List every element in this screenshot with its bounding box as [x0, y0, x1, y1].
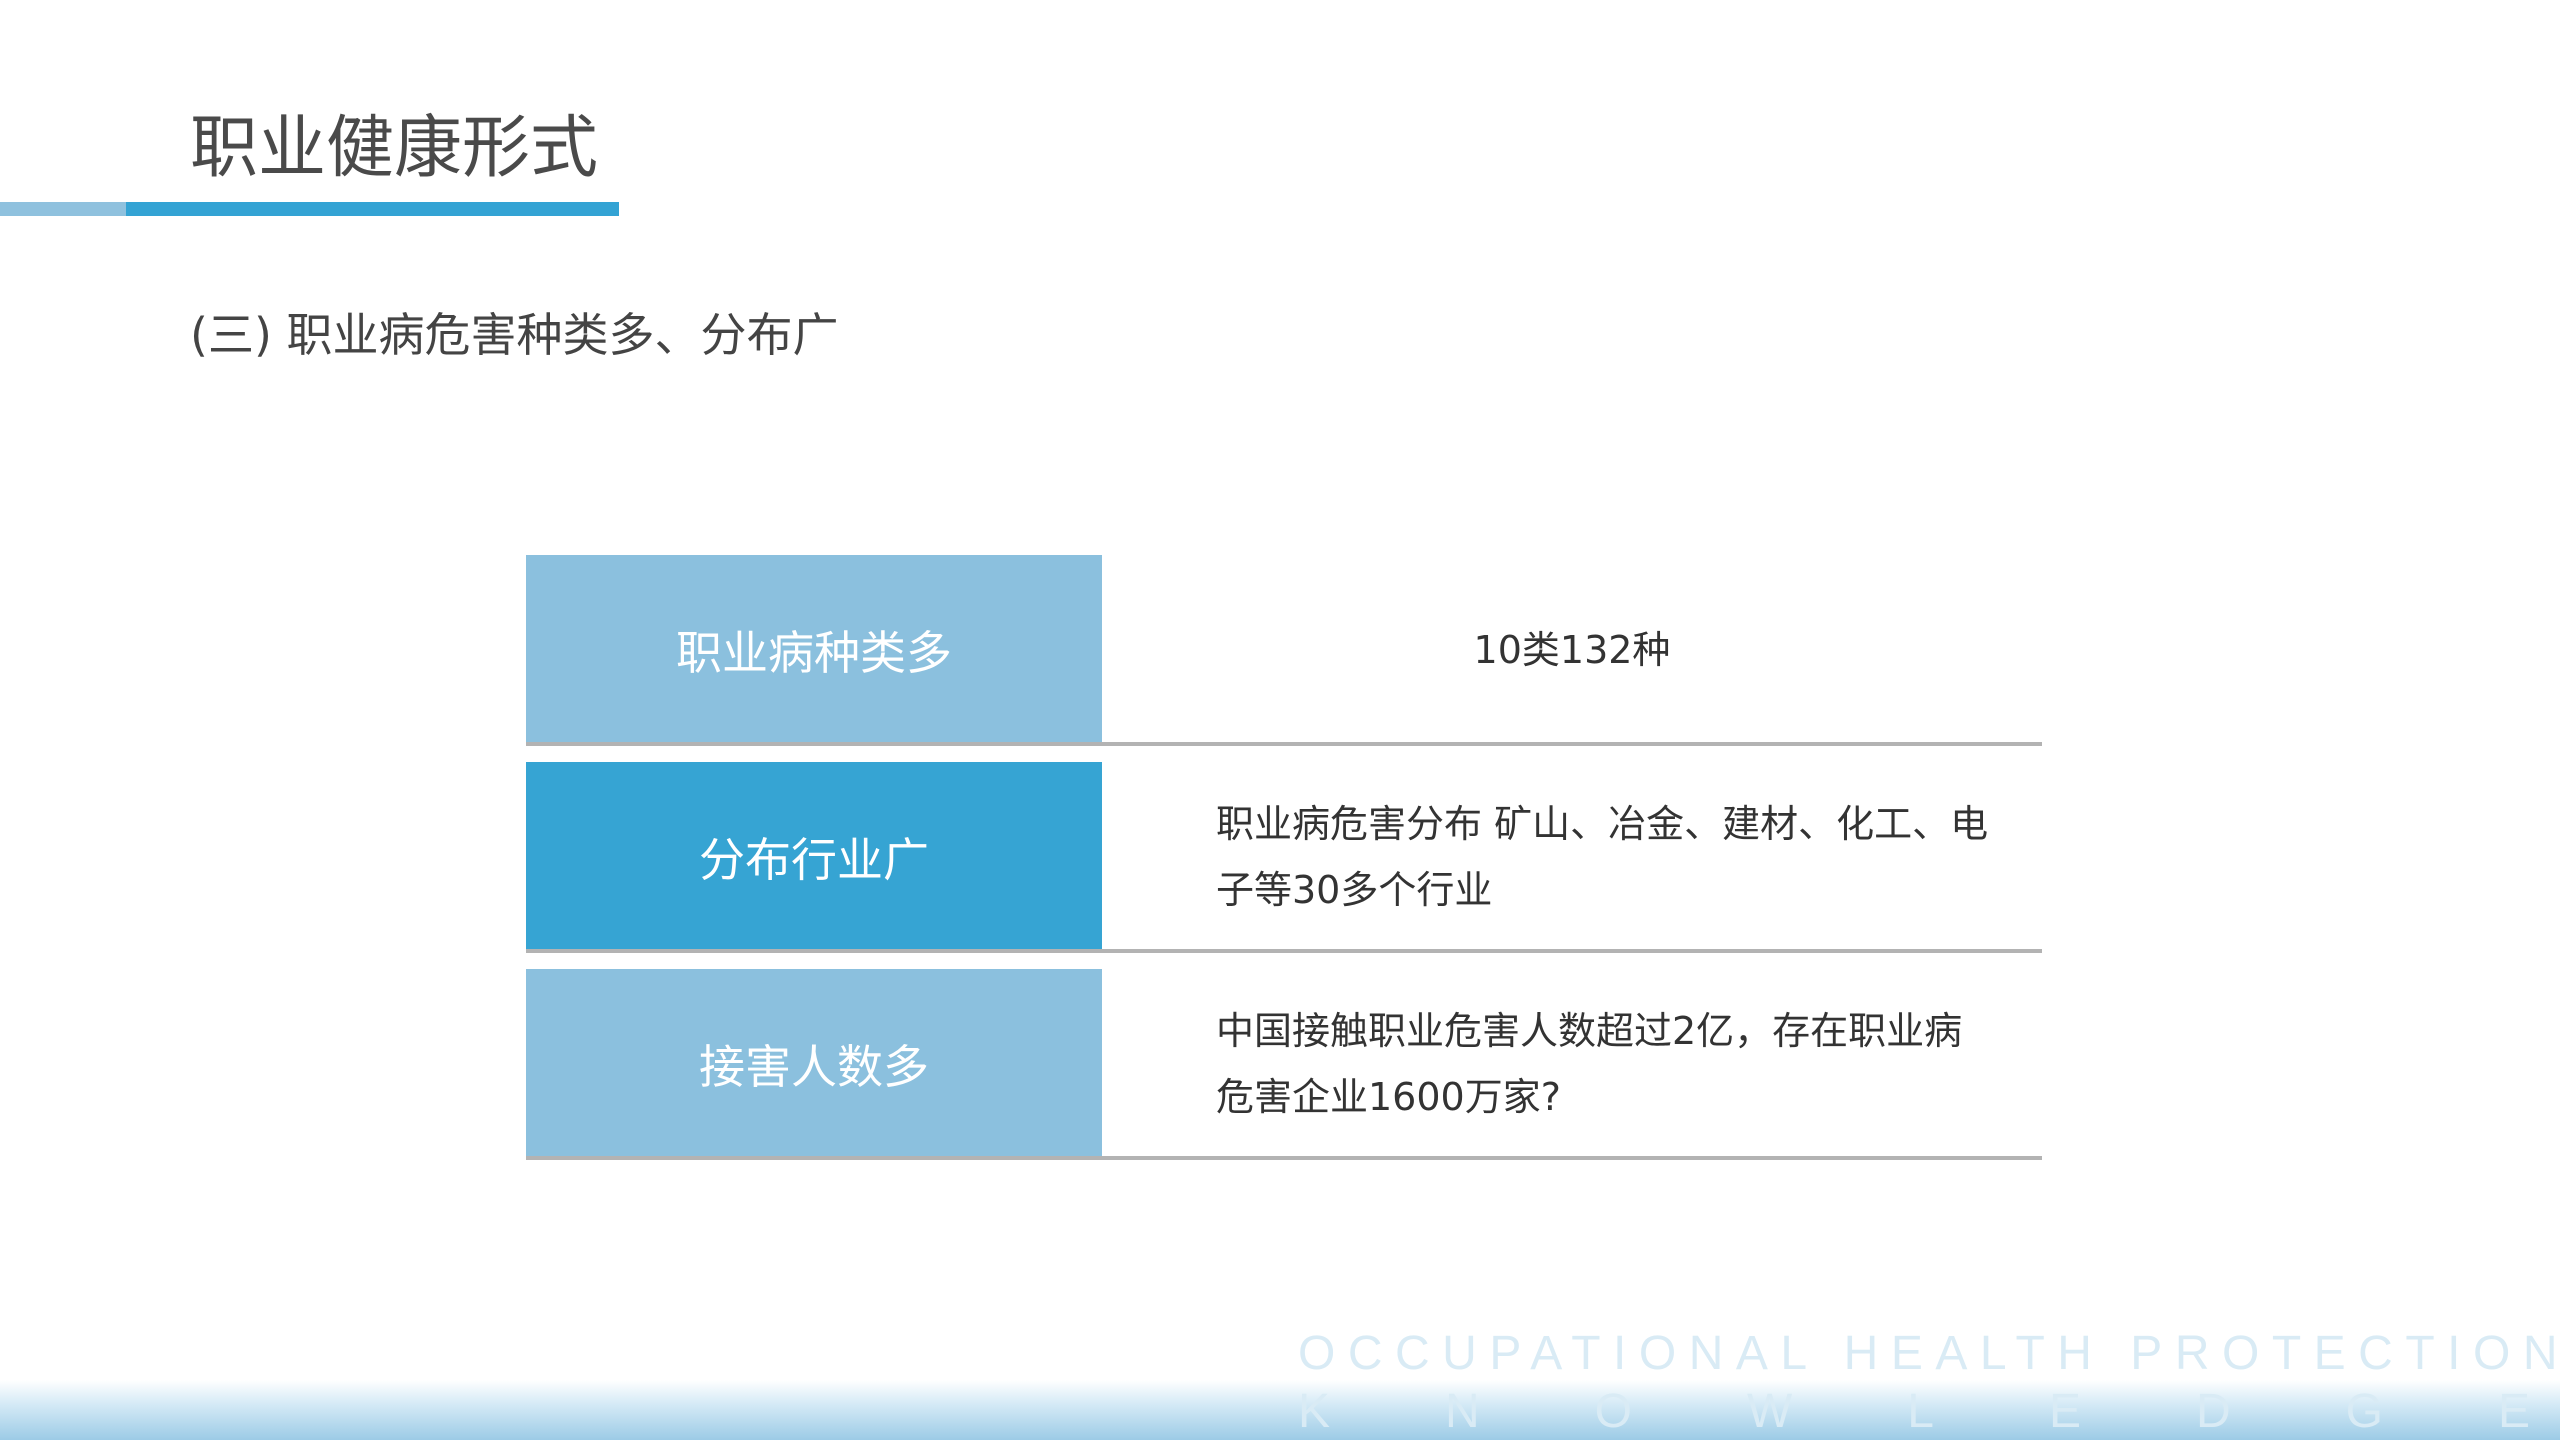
footer-letter: K — [1298, 1385, 1331, 1438]
footer-letter: O — [1594, 1385, 1632, 1438]
footer-watermark-line1: OCCUPATIONAL HEALTH PROTECTIONG — [1298, 1327, 2560, 1380]
footer-letter: G — [2345, 1385, 2383, 1438]
footer-letter: L — [1907, 1385, 1934, 1438]
title-underline-accent — [126, 202, 619, 216]
row-divider — [526, 742, 2042, 746]
table-row: 接害人数多 中国接触职业危害人数超过2亿，存在职业病危害企业1600万家? — [526, 969, 2042, 1160]
footer-letter: D — [2195, 1385, 2231, 1438]
footer-letter: N — [1445, 1385, 1480, 1438]
footer-letter: E — [2497, 1385, 2530, 1438]
footer-watermark: OCCUPATIONAL HEALTH PROTECTIONG K N O W … — [1298, 1325, 2560, 1441]
row-divider — [526, 1156, 2042, 1160]
row-divider — [526, 949, 2042, 953]
table-row: 分布行业广 职业病危害分布 矿山、冶金、建材、化工、电子等30多个行业 — [526, 762, 2042, 953]
row-value: 10类132种 — [1473, 628, 1671, 672]
footer-letter: E — [2048, 1385, 2081, 1438]
section-subtitle: (三) 职业病危害种类多、分布广 — [190, 308, 839, 362]
slide-title: 职业健康形式 — [190, 109, 599, 188]
table-row: 职业病种类多 10类132种 — [526, 555, 2042, 746]
footer-watermark-line2: K N O W L E D G E — [1298, 1383, 2530, 1441]
row-label: 接害人数多 — [526, 969, 1102, 1159]
footer-letter: W — [1746, 1385, 1793, 1438]
row-label: 职业病种类多 — [526, 555, 1102, 745]
row-value: 职业病危害分布 矿山、冶金、建材、化工、电子等30多个行业 — [1216, 802, 1989, 912]
row-value: 中国接触职业危害人数超过2亿，存在职业病危害企业1600万家? — [1216, 1009, 1963, 1119]
title-underline-light — [0, 202, 126, 216]
row-label: 分布行业广 — [526, 762, 1102, 952]
